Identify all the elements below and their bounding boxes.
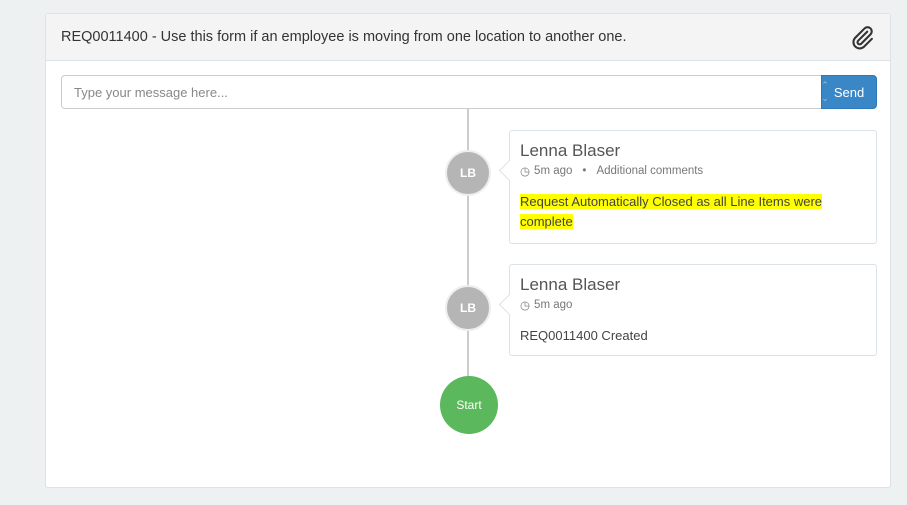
timeline-entry: Lenna Blaser ◷ 5m ago REQ0011400 Created	[509, 264, 877, 356]
timestamp: 5m ago	[534, 165, 573, 177]
entry-type: Additional comments	[596, 165, 704, 177]
entry-text: Request Automatically Closed as all Line…	[520, 194, 823, 229]
author-name: Lenna Blaser	[520, 275, 621, 294]
timeline-entry: Lenna Blaser ◷ 5m ago • Additional comme…	[509, 130, 877, 244]
paperclip-icon[interactable]	[848, 24, 876, 52]
message-composer: ⌃⌄ Send	[61, 75, 877, 109]
resize-arrows-icon[interactable]: ⌃ ⌄	[818, 79, 832, 105]
avatar: LB	[445, 285, 491, 331]
timeline-start: Start	[440, 376, 498, 434]
avatar: LB	[445, 150, 491, 196]
activity-panel: REQ0011400 - Use this form if an employe…	[45, 13, 891, 488]
clock-icon: ◷	[520, 166, 531, 178]
message-input[interactable]	[61, 75, 821, 109]
author-name: Lenna Blaser	[520, 141, 621, 160]
clock-icon: ◷	[520, 300, 531, 312]
timestamp: 5m ago	[534, 299, 573, 311]
separator-dot: •	[582, 165, 587, 177]
page-title: REQ0011400 - Use this form if an employe…	[61, 29, 627, 45]
panel-header: REQ0011400 - Use this form if an employe…	[46, 14, 890, 61]
entry-text: REQ0011400 Created	[520, 328, 648, 343]
